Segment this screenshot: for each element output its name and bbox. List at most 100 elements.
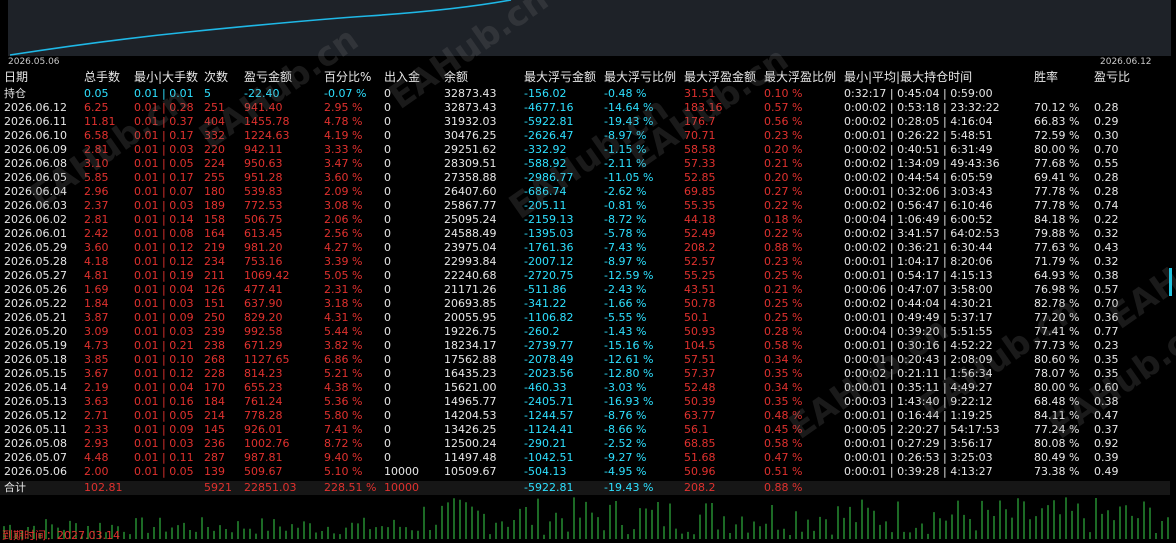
cell-hold-time: 0:00:02 | 0:53:18 | 23:32:22 xyxy=(844,101,1000,114)
cell-pnl: 814.23 xyxy=(244,367,283,380)
cell-lots: 4.81 xyxy=(84,269,109,282)
cell-deposit: 0 xyxy=(384,143,391,156)
cell-deposit: 0 xyxy=(384,255,391,268)
cell-lots: 1.84 xyxy=(84,297,109,310)
table-row[interactable]: 2026.05.22 1.84 0.01 | 0.03 151 637.90 3.18 %… xyxy=(0,297,1170,311)
cell-balance: 19226.75 xyxy=(444,325,497,338)
cell-trades: 251 xyxy=(204,101,225,114)
cell-max-float-loss-ratio: -8.66 % xyxy=(604,423,647,436)
cell-win-rate xyxy=(1034,87,1092,101)
cell-min-max-lots: 0.01 | 0.09 xyxy=(134,423,194,436)
cell-date: 2026.06.11 xyxy=(4,115,67,128)
cell-hold-time: 最小|平均|最大持仓时间 xyxy=(844,70,973,84)
table-row[interactable]: 2026.06.03 2.37 0.01 | 0.03 189 772.53 3.08 %… xyxy=(0,199,1170,213)
cell-hold-time: 0:00:02 | 3:41:57 | 64:02:53 xyxy=(844,227,1000,240)
cell-percent: 7.41 % xyxy=(324,423,363,436)
cell-max-float-profit-ratio: 0.58 % xyxy=(764,339,803,352)
cell-balance: 25095.24 xyxy=(444,213,497,226)
cell-max-float-profit-ratio: 0.25 % xyxy=(764,297,803,310)
cell-max-float-loss-ratio: -19.43 % xyxy=(604,481,654,494)
table-row[interactable]: 2026.05.12 2.71 0.01 | 0.05 214 778.28 5.80 %… xyxy=(0,409,1170,423)
table-row[interactable]: 2026.06.04 2.96 0.01 | 0.07 180 539.83 2.09 %… xyxy=(0,185,1170,199)
table-row[interactable]: 2026.05.08 2.93 0.01 | 0.03 236 1002.76 8.72 … xyxy=(0,437,1170,451)
scroll-indicator[interactable] xyxy=(1169,268,1172,296)
cell-win-rate: 80.00 % xyxy=(1034,143,1080,156)
table-row[interactable]: 2026.05.27 4.81 0.01 | 0.19 211 1069.42 5.05 … xyxy=(0,269,1170,283)
cell-hold-time: 0:00:01 | 0:32:06 | 3:03:43 xyxy=(844,185,993,198)
cell-percent: 4.27 % xyxy=(324,241,363,254)
table-row[interactable]: 2026.05.11 2.33 0.01 | 0.09 145 926.01 7.41 %… xyxy=(0,423,1170,437)
cell-win-rate: 68.48 % xyxy=(1034,395,1080,408)
cell-max-float-loss-ratio: -12.59 % xyxy=(604,269,654,282)
table-row[interactable]: 2026.05.29 3.60 0.01 | 0.12 219 981.20 4.27 %… xyxy=(0,241,1170,255)
table-row[interactable]: 2026.05.18 3.85 0.01 | 0.10 268 1127.65 6.86 … xyxy=(0,353,1170,367)
cell-pnl: 941.40 xyxy=(244,101,283,114)
total-row[interactable]: 合计 102.81 5921 22851.03 228.51 % 10000 -5922.8… xyxy=(0,481,1170,495)
cell-deposit: 0 xyxy=(384,297,391,310)
table-row[interactable]: 2026.06.01 2.42 0.01 | 0.08 164 613.45 2.56 %… xyxy=(0,227,1170,241)
table-row[interactable]: 2026.05.15 3.67 0.01 | 0.12 228 814.23 5.21 %… xyxy=(0,367,1170,381)
cell-hold-time: 0:00:01 | 0:16:44 | 1:19:25 xyxy=(844,409,993,422)
cell-min-max-lots: 0.01 | 0.16 xyxy=(134,395,194,408)
cell-max-float-loss-ratio: -8.97 % xyxy=(604,129,647,142)
cell-pnl: 992.58 xyxy=(244,325,283,338)
cell-percent: 4.31 % xyxy=(324,311,363,324)
cell-win-rate: 77.73 % xyxy=(1034,339,1080,352)
cell-min-max-lots: 0.01 | 0.12 xyxy=(134,241,194,254)
cell-pnl: 942.11 xyxy=(244,143,283,156)
cell-balance: 11497.48 xyxy=(444,451,497,464)
cell-date: 2026.06.02 xyxy=(4,213,67,226)
cell-balance: 14204.53 xyxy=(444,409,497,422)
table-row[interactable]: 2026.05.20 3.09 0.01 | 0.03 239 992.58 5.44 %… xyxy=(0,325,1170,339)
cell-trades: 214 xyxy=(204,409,225,422)
table-row[interactable]: 2026.05.26 1.69 0.01 | 0.04 126 477.41 2.31 %… xyxy=(0,283,1170,297)
cell-win-rate: 80.60 % xyxy=(1034,353,1080,366)
cell-min-max-lots: 0.01 | 0.03 xyxy=(134,325,194,338)
table-row[interactable]: 2026.06.05 5.85 0.01 | 0.17 255 951.28 3.60 %… xyxy=(0,171,1170,185)
cell-trades: 238 xyxy=(204,339,225,352)
cell-max-float-profit-ratio: 0.27 % xyxy=(764,185,803,198)
table-row[interactable]: 2026.05.13 3.63 0.01 | 0.16 184 761.24 5.36 %… xyxy=(0,395,1170,409)
cell-profit-loss-ratio: 0.74 xyxy=(1094,199,1119,212)
cell-hold-time: 0:00:01 | 0:35:11 | 4:49:27 xyxy=(844,381,993,394)
table-row[interactable]: 2026.06.10 6.58 0.01 | 0.17 332 1224.63 4.19 … xyxy=(0,129,1170,143)
cell-date: 合计 xyxy=(4,481,26,494)
cell-max-float-loss-ratio: -1.66 % xyxy=(604,297,647,310)
cell-min-max-lots: 0.01 | 0.05 xyxy=(134,157,194,170)
cell-lots: 6.58 xyxy=(84,129,109,142)
cell-percent: 2.06 % xyxy=(324,213,363,226)
table-row[interactable]: 2026.06.09 2.81 0.01 | 0.03 220 942.11 3.33 %… xyxy=(0,143,1170,157)
cell-profit-loss-ratio: 0.37 xyxy=(1094,423,1119,436)
table-row[interactable]: 2026.06.12 6.25 0.01 | 0.28 251 941.40 2.95 %… xyxy=(0,101,1170,115)
cell-max-float-loss: -2986.77 xyxy=(524,171,574,184)
cell-min-max-lots: 0.01 | 0.04 xyxy=(134,283,194,296)
table-row[interactable]: 2026.05.06 2.00 0.01 | 0.05 139 509.67 5.10 %… xyxy=(0,465,1170,479)
table-row[interactable]: 2026.05.14 2.19 0.01 | 0.04 170 655.23 4.38 %… xyxy=(0,381,1170,395)
cell-trades: 236 xyxy=(204,437,225,450)
cell-max-float-profit: 56.1 xyxy=(684,423,709,436)
cell-max-float-profit-ratio: 0.28 % xyxy=(764,325,803,338)
table-row[interactable]: 2026.05.07 4.48 0.01 | 0.11 287 987.81 9.40 %… xyxy=(0,451,1170,465)
cell-min-max-lots: 0.01 | 0.05 xyxy=(134,409,194,422)
table-header[interactable]: 日期 总手数 最小|大手数 次数 盈亏金额 百分比% 出入金 余额 最大浮亏金额 最大浮亏比例 最大… xyxy=(0,70,1170,86)
cell-pnl: 655.23 xyxy=(244,381,283,394)
table-row[interactable]: 2026.06.08 3.10 0.01 | 0.05 224 950.63 3.47 %… xyxy=(0,157,1170,171)
table-row[interactable]: 2026.06.02 2.81 0.01 | 0.14 158 506.75 2.06 %… xyxy=(0,213,1170,227)
cell-balance: 18234.17 xyxy=(444,339,497,352)
position-row[interactable]: 持仓 0.05 0.01 | 0.01 5 -22.40 -0.07 % 0 32873.43… xyxy=(0,87,1170,101)
cell-percent: 3.18 % xyxy=(324,297,363,310)
cell-percent: 5.80 % xyxy=(324,409,363,422)
table-row[interactable]: 2026.05.21 3.87 0.01 | 0.09 250 829.20 4.31 %… xyxy=(0,311,1170,325)
cell-min-max-lots: 0.01 | 0.11 xyxy=(134,451,194,464)
cell-win-rate: 84.11 % xyxy=(1034,409,1080,422)
table-row[interactable]: 2026.06.11 11.81 0.01 | 0.37 404 1455.78 4.78… xyxy=(0,115,1170,129)
cell-max-float-profit-ratio: 0.57 % xyxy=(764,101,803,114)
table-row[interactable]: 2026.05.19 4.73 0.01 | 0.21 238 671.29 3.82 %… xyxy=(0,339,1170,353)
cell-percent: 3.82 % xyxy=(324,339,363,352)
cell-date: 2026.06.04 xyxy=(4,185,67,198)
cell-trades: 164 xyxy=(204,227,225,240)
table-row[interactable]: 2026.05.28 4.18 0.01 | 0.12 234 753.16 3.39 %… xyxy=(0,255,1170,269)
cell-lots: 2.42 xyxy=(84,227,109,240)
cell-deposit: 0 xyxy=(384,101,391,114)
cell-date: 2026.06.09 xyxy=(4,143,67,156)
